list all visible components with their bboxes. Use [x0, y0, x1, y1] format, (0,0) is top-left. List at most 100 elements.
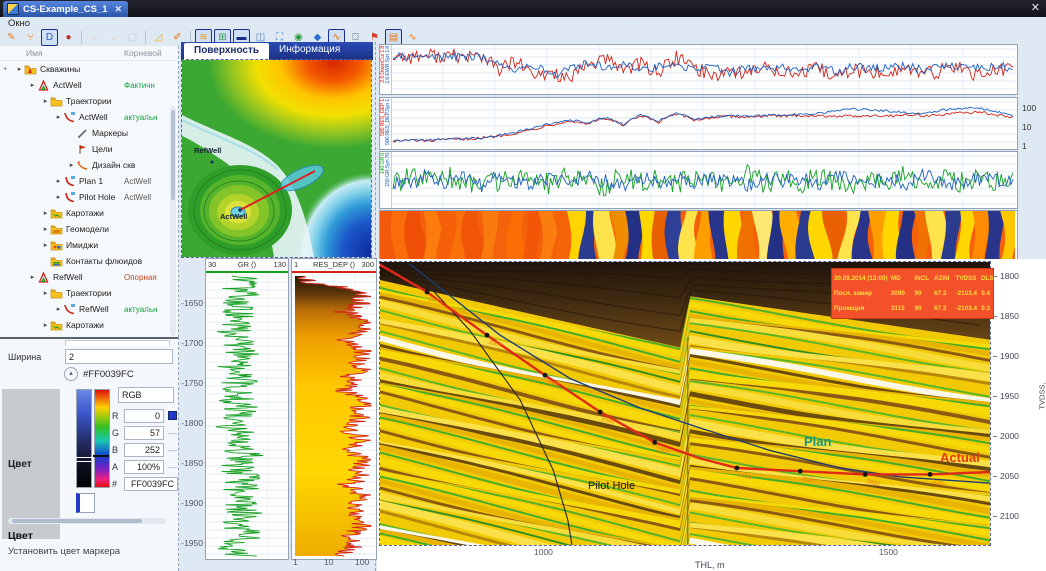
tvd-tick-mark	[993, 436, 997, 437]
route-down-icon[interactable]: ⌄	[86, 29, 103, 46]
tree-item-plan-1[interactable]: ▸Plan 1ActWell	[0, 173, 178, 189]
field-slider[interactable]: —	[168, 445, 177, 455]
tab-information[interactable]: Информация	[269, 42, 350, 60]
log-track-track_gr[interactable]: 140 GR 0150 GR,Syn 70	[379, 151, 1018, 209]
props-footer-title: Цвет	[8, 530, 33, 542]
frame-icon[interactable]: ▢	[124, 29, 141, 46]
route-up-icon[interactable]: ⌄	[105, 29, 122, 46]
log-track-track_ewr[interactable]: 2.6 DownCur 1.82.6 EWR,Syn 1.8	[379, 44, 1018, 95]
props-horizontal-scrollbar[interactable]	[8, 518, 166, 524]
width-input[interactable]: 2	[65, 349, 173, 364]
expander-icon[interactable]: ▸	[54, 177, 63, 185]
tree-col-name: Имя	[26, 48, 43, 58]
hue-bar[interactable]	[94, 389, 110, 488]
domain-icon[interactable]: D	[41, 29, 58, 46]
tab-surface[interactable]: Поверхность	[184, 43, 269, 60]
tree-item-каротажи[interactable]: ▸Каротажи	[0, 317, 178, 333]
branch-icon[interactable]: ⑂	[22, 29, 39, 46]
color-mode-select[interactable]: RGB	[118, 387, 174, 403]
expander-icon[interactable]: ▸	[54, 193, 63, 201]
expander-icon[interactable]: ▸	[41, 241, 50, 249]
logs-icon	[50, 207, 64, 220]
expander-icon[interactable]: ▸	[28, 273, 37, 281]
img-icon	[50, 239, 64, 252]
tree-item-pilot-hole[interactable]: ▸Pilot HoleActWell	[0, 189, 178, 205]
toolbar-separator	[145, 31, 146, 44]
splitter[interactable]	[0, 337, 178, 339]
tree-item-label: Контакты флюидов	[66, 256, 142, 266]
hue-marker[interactable]	[93, 455, 109, 457]
tree-item-refwell[interactable]: ▸RefWellОпорная	[0, 269, 178, 285]
tree-item-actwell[interactable]: ▸ActWellактуальн	[0, 109, 178, 125]
expander-icon[interactable]: ▸	[54, 305, 63, 313]
tree-item-геомодели[interactable]: ▸Геомодели	[0, 221, 178, 237]
depth-track-res_depth[interactable]: 1RES_DEP ()300	[291, 258, 377, 560]
expander-icon[interactable]: ▸	[28, 81, 37, 89]
expander-icon[interactable]: ▸	[41, 289, 50, 297]
tree-item-траектории[interactable]: ▸Траектории	[0, 93, 178, 109]
field-label: R	[112, 411, 120, 421]
tree-scrollbar[interactable]	[170, 106, 176, 336]
marker-properties-panel: Ширина 2 ▴ #FF0039FC Цвет RGB R0—G57—B25…	[0, 337, 179, 571]
expander-icon[interactable]: ▸	[41, 97, 50, 105]
picker-marker[interactable]	[75, 457, 93, 462]
tab-close-icon[interactable]: ✕	[114, 4, 122, 15]
tree-item-траектории[interactable]: ▸Траектории	[0, 285, 178, 301]
track-scale-label: 150 GR,Syn 70	[385, 153, 391, 187]
tree-item-контакты-флюидов[interactable]: Контакты флюидов	[0, 253, 178, 269]
menu-window[interactable]: Окно	[8, 18, 30, 29]
track-scale-labels: 500 RES_DEP 1500 RES_DEP,Syn 1	[380, 98, 392, 149]
res-scale-tick: 100	[1022, 103, 1036, 113]
tooltip-cell: -2103.4	[956, 305, 982, 312]
current-color-swatch	[76, 493, 95, 513]
tvdss-axis-title: TVDSS, m	[1038, 382, 1046, 409]
actual-label: Actual	[940, 450, 980, 465]
pan-icon[interactable]: ✎	[3, 29, 20, 46]
depth-track-gr_depth[interactable]: 30GR ()130	[205, 258, 289, 560]
track-scale-labels: 140 GR 0150 GR,Syn 70	[380, 152, 392, 208]
tree-item-каротажи[interactable]: ▸Каротажи	[0, 205, 178, 221]
field-input[interactable]: FF0039FC	[124, 477, 178, 491]
thl-tick-label: 1500	[879, 547, 898, 557]
tree-item-label: Маркеры	[92, 128, 128, 138]
tvd-tick-label: 1950	[1000, 391, 1019, 401]
log-track-spectral[interactable]	[379, 210, 1018, 260]
refwell-map-label: RefWell	[194, 146, 221, 155]
record-icon[interactable]: ●	[60, 29, 77, 46]
tooltip-cell: 3090	[891, 290, 915, 297]
expander-icon[interactable]: ▸	[41, 225, 50, 233]
well-icon	[37, 271, 51, 284]
tree-item-refwell[interactable]: ▸RefWellактуальн	[0, 301, 178, 317]
field-input[interactable]: 0	[124, 409, 164, 423]
collapse-toggle-icon[interactable]: ▴	[64, 367, 78, 381]
color-picker-gradient[interactable]	[76, 389, 92, 488]
document-tab[interactable]: CS-Example_CS_1 ✕	[3, 1, 128, 17]
field-input[interactable]: 100%	[124, 460, 164, 474]
log-track-track_res[interactable]: 500 RES_DEP 1500 RES_DEP,Syn 1	[379, 97, 1018, 150]
expander-icon[interactable]: ▸	[41, 321, 50, 329]
tree-item-label: Скважины	[40, 64, 80, 74]
tree-item-имиджи[interactable]: ▸Имиджи	[0, 237, 178, 253]
surface-map-canvas[interactable]: RefWell ActWell	[182, 60, 371, 257]
field-label: G	[112, 428, 120, 438]
expander-icon[interactable]: ▸	[41, 209, 50, 217]
field-slider[interactable]: —	[168, 428, 177, 438]
expander-icon[interactable]: ▸	[15, 65, 24, 73]
tree-item-скважины[interactable]: •▸Скважины	[0, 61, 178, 77]
tree-item-actwell[interactable]: ▸ActWellФактичн	[0, 77, 178, 93]
window-close-icon[interactable]: ✕	[1031, 2, 1040, 14]
tree-item-маркеры[interactable]: Маркеры	[0, 125, 178, 141]
field-input[interactable]: 57	[124, 426, 164, 440]
field-slider[interactable]: —	[168, 462, 177, 472]
tree-item-дизайн-скв[interactable]: ▸Дизайн скв	[0, 157, 178, 173]
field-input[interactable]: 252	[124, 443, 164, 457]
tree-item-цели[interactable]: Цели	[0, 141, 178, 157]
expander-icon[interactable]: ▸	[54, 113, 63, 121]
tooltip-cell: INCL	[914, 275, 934, 282]
color-row-label: Цвет	[2, 459, 32, 470]
ruler-icon[interactable]: ◿	[150, 29, 167, 46]
tree-rows: •▸Скважины▸ActWellФактичн▸Траектории▸Act…	[0, 61, 178, 333]
expander-icon[interactable]: ▸	[67, 161, 76, 169]
tooltip-cell: 67.3	[934, 290, 956, 297]
cross-section-canvas[interactable]: 140016001800200022002400260028003000 30.…	[380, 262, 990, 545]
